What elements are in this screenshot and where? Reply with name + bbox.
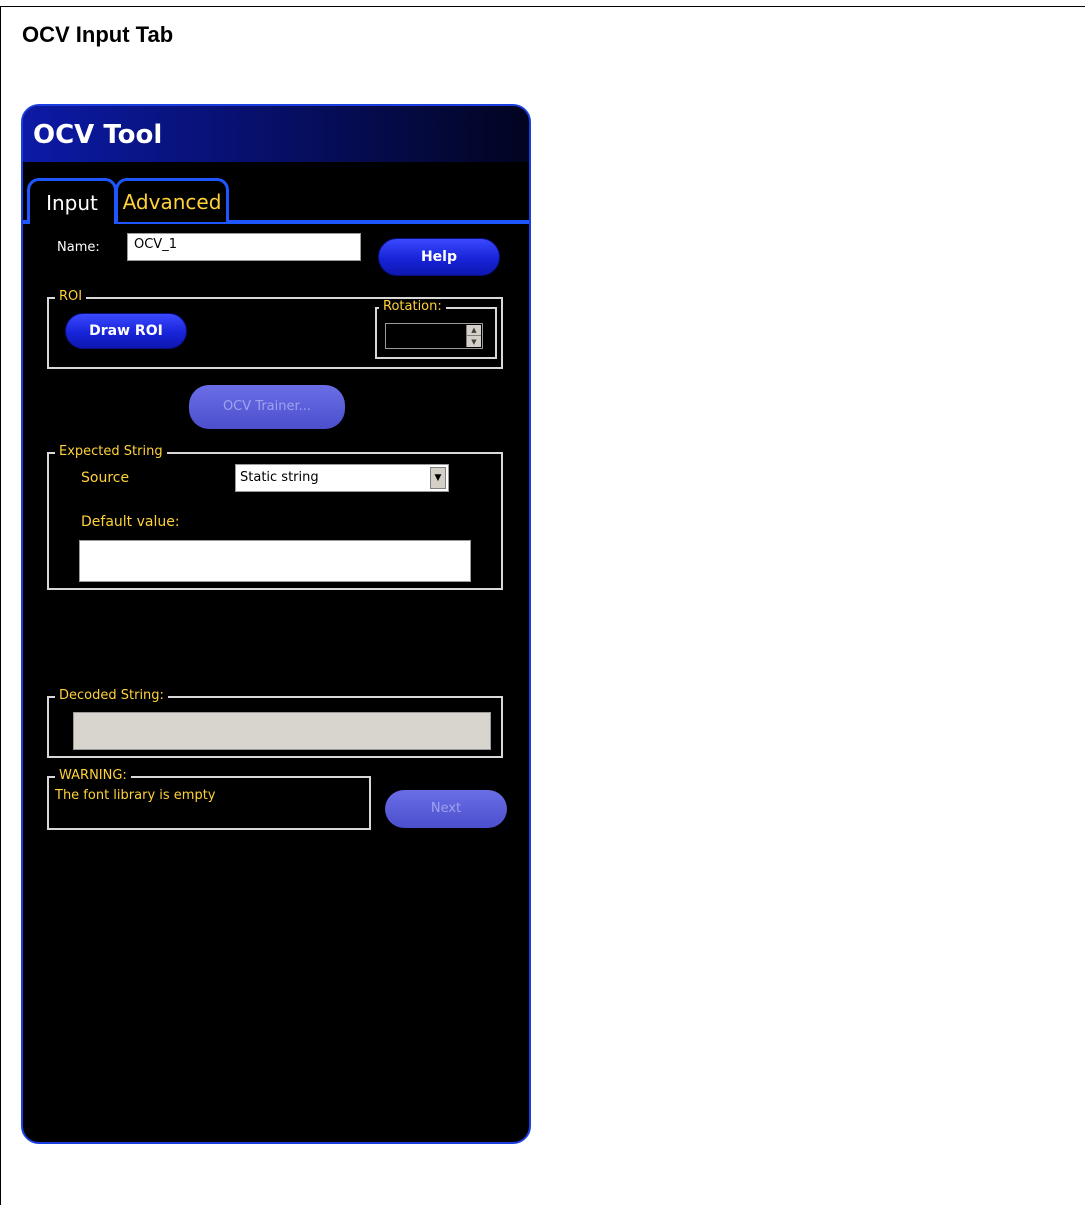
source-select[interactable]: Static string ▼ [235,464,449,492]
roi-groupbox: ROI Draw ROI Rotation: ▲ ▼ [47,289,503,369]
name-input[interactable]: OCV_1 [127,233,361,261]
spin-up-icon[interactable]: ▲ [467,325,481,336]
document-title: OCV Input Tab [22,22,174,47]
default-value-input[interactable] [79,540,471,582]
decoded-string-field [73,712,491,750]
draw-roi-button[interactable]: Draw ROI [65,313,187,349]
name-label: Name: [57,240,100,255]
rotation-groupbox: Rotation: ▲ ▼ [375,299,497,359]
help-button[interactable]: Help [378,238,500,276]
warning-legend: WARNING: [55,768,131,784]
warning-groupbox: WARNING: The font library is empty [47,768,371,830]
window-titlebar: OCV Tool [23,106,529,162]
roi-legend: ROI [55,289,87,305]
warning-message: The font library is empty [55,788,216,803]
rotation-spinner[interactable]: ▲ ▼ [385,323,483,349]
decoded-string-legend: Decoded String: [55,688,168,704]
tab-advanced[interactable]: Advanced [115,178,229,222]
default-value-label: Default value: [81,514,180,530]
rotation-legend: Rotation: [379,299,446,315]
expected-string-legend: Expected String [55,444,167,460]
ocv-trainer-button[interactable]: OCV Trainer... [189,385,345,429]
tab-input[interactable]: Input [27,178,117,224]
spin-down-icon[interactable]: ▼ [467,336,481,347]
window-title: OCV Tool [33,120,163,150]
decoded-string-groupbox: Decoded String: [47,688,503,758]
next-button[interactable]: Next [385,790,507,828]
source-select-value: Static string [240,470,319,485]
chevron-down-icon[interactable]: ▼ [430,467,446,489]
rotation-spinner-buttons[interactable]: ▲ ▼ [466,325,481,347]
ocv-tool-window: OCV Tool Input Advanced Name: OCV_1 Help… [21,104,531,1144]
expected-string-groupbox: Expected String Source Static string ▼ D… [47,444,503,590]
source-label: Source [81,470,130,486]
